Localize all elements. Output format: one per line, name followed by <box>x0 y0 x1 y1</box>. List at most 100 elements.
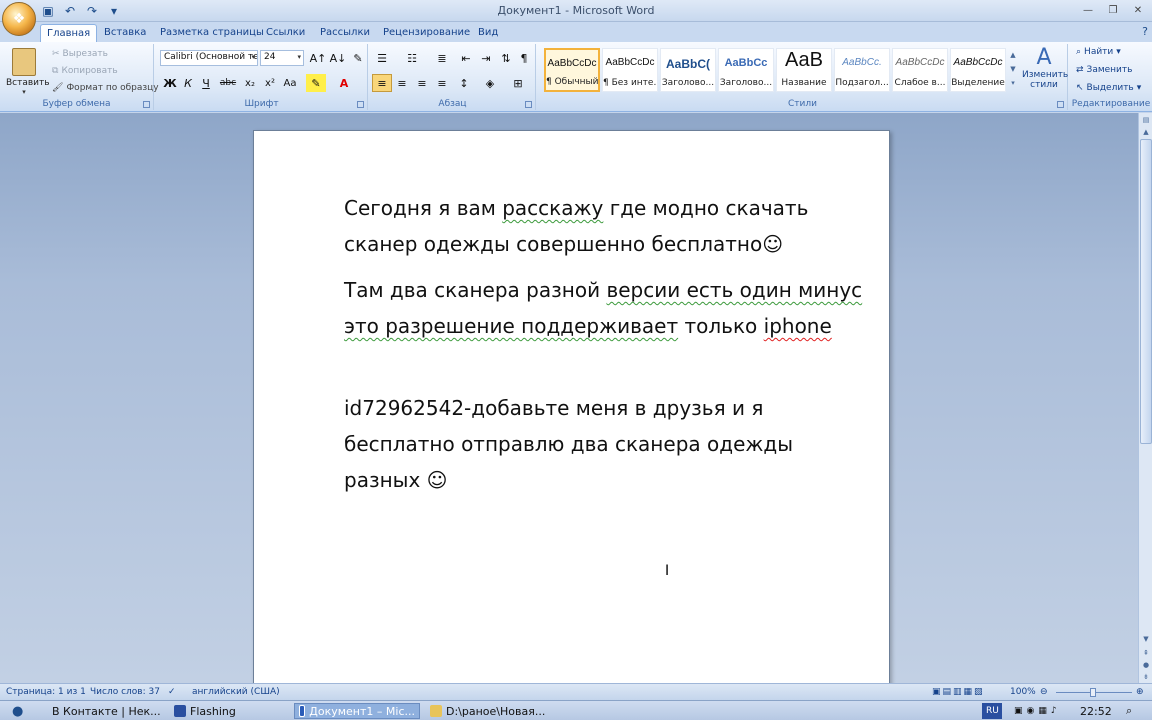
help-icon[interactable]: ? <box>1142 25 1148 38</box>
brush-icon: 🖌 <box>52 83 64 93</box>
numbering-icon[interactable]: ☷ <box>402 49 422 67</box>
chevron-down-icon: ▾ <box>251 53 255 61</box>
format-painter-button[interactable]: 🖌 Формат по образцу <box>52 83 159 93</box>
replace-button[interactable]: ⇄ Заменить <box>1076 65 1132 75</box>
taskbar-item-vkontakte[interactable]: В Контакте | Нек... <box>44 703 164 719</box>
scroll-down-icon[interactable]: ▼ <box>1140 633 1152 645</box>
clipboard-launcher-icon[interactable] <box>143 101 150 108</box>
style-title[interactable]: АаВ Название <box>776 48 832 92</box>
copy-label: Копировать <box>61 66 118 76</box>
style-subtitle[interactable]: AaBbCc. Подзагол... <box>834 48 890 92</box>
decrease-indent-icon[interactable]: ⇤ <box>456 49 476 67</box>
office-button[interactable]: ❖ <box>2 2 36 36</box>
multilevel-list-icon[interactable]: ≣ <box>432 49 452 67</box>
change-styles-button[interactable]: A Изменить стили <box>1022 46 1068 91</box>
justify-icon[interactable]: ≡ <box>432 74 452 92</box>
underline-button[interactable]: Ч <box>196 74 216 92</box>
styles-scroll[interactable]: ▲ ▼ ▾ <box>1008 48 1018 92</box>
superscript-button[interactable]: x² <box>260 74 280 92</box>
view-buttons-icon[interactable]: ▣▤▥▦▧ <box>932 687 985 697</box>
language-indicator[interactable]: RU <box>982 703 1002 719</box>
strikethrough-button[interactable]: abc <box>218 74 238 92</box>
font-size-combo[interactable]: 24 ▾ <box>260 50 304 66</box>
tab-home[interactable]: Главная <box>40 24 98 42</box>
close-icon[interactable]: ✕ <box>1126 2 1150 18</box>
highlight-icon[interactable]: ✎ <box>306 74 326 92</box>
taskbar-item-flashing[interactable]: Flashing <box>170 703 288 719</box>
taskbar-item-folder[interactable]: D:\ранoe\Новая... <box>426 703 552 719</box>
next-page-icon[interactable]: ⇟ <box>1140 671 1152 683</box>
prev-page-icon[interactable]: ⇞ <box>1140 647 1152 659</box>
select-button[interactable]: ↖ Выделить ▾ <box>1076 83 1141 93</box>
styles-launcher-icon[interactable] <box>1057 101 1064 108</box>
taskbar-item-word[interactable]: Документ1 – Mic... <box>294 703 420 719</box>
tab-view[interactable]: Вид <box>472 24 504 42</box>
paragraph-group: ☰ ☷ ≣ ⇤ ⇥ ⇅ ¶ ≡ ≡ ≡ ≡ ↕ ◈ ⊞ Абзац <box>370 44 536 110</box>
text-cursor-icon: I <box>665 563 670 579</box>
style-heading-1[interactable]: AaBbC( Заголово... <box>660 48 716 92</box>
maximize-icon[interactable]: ❐ <box>1101 2 1125 18</box>
ruler-toggle-icon[interactable]: ▤ <box>1140 114 1152 126</box>
minimize-icon[interactable]: — <box>1076 2 1100 18</box>
tab-insert[interactable]: Вставка <box>98 24 152 42</box>
italic-button[interactable]: К <box>178 74 198 92</box>
copy-button[interactable]: ⧉ Копировать <box>52 66 118 76</box>
font-name-combo[interactable]: Calibri (Основной те ▾ <box>160 50 258 66</box>
tray-icon[interactable]: ◉ <box>1027 706 1035 716</box>
font-launcher-icon[interactable] <box>357 101 364 108</box>
bullets-icon[interactable]: ☰ <box>372 49 392 67</box>
increase-indent-icon[interactable]: ⇥ <box>476 49 496 67</box>
style-emphasis[interactable]: AaBbCcDc Выделение <box>950 48 1006 92</box>
tab-review[interactable]: Рецензирование <box>377 24 476 42</box>
tab-page-layout[interactable]: Разметка страницы <box>154 24 270 42</box>
paragraph-2[interactable]: Там два сканера разной версии есть один … <box>344 272 864 344</box>
clock[interactable]: 22:52 <box>1076 703 1116 719</box>
page-count-status[interactable]: Страница: 1 из 1 <box>6 687 86 697</box>
grow-font-icon[interactable]: A↑ <box>308 49 328 67</box>
browse-object-icon[interactable]: ● <box>1140 659 1152 671</box>
scroll-up-icon[interactable]: ▲ <box>1140 126 1152 138</box>
font-color-button[interactable]: A <box>334 74 354 92</box>
ribbon: Вставить ▾ ✂ Вырезать ⧉ Копировать 🖌 Формат… <box>0 42 1152 112</box>
document-page[interactable]: Сегодня я вам расскажу где модно скачать… <box>253 130 890 683</box>
style-subtle-emphasis[interactable]: AaBbCcDc Слабое в... <box>892 48 948 92</box>
paragraph-3[interactable]: id72962542-добавьте меня в друзья и я бе… <box>344 390 864 498</box>
shrink-font-icon[interactable]: A↓ <box>328 49 348 67</box>
show-marks-button[interactable]: ¶ <box>514 49 534 67</box>
align-center-icon[interactable]: ≡ <box>392 74 412 92</box>
vertical-scrollbar[interactable]: ▤ ▲ ▼ ⇞ ● ⇟ <box>1138 113 1152 683</box>
sort-icon[interactable]: ⇅ <box>496 49 516 67</box>
borders-icon[interactable]: ⊞ <box>508 74 528 92</box>
subscript-button[interactable]: x₂ <box>240 74 260 92</box>
tray-icon[interactable]: ♪ <box>1051 706 1057 716</box>
start-button[interactable]: ● <box>8 703 38 719</box>
tray-icon[interactable]: ▣ <box>1014 706 1023 716</box>
line-spacing-icon[interactable]: ↕ <box>454 74 474 92</box>
paste-button[interactable]: Вставить ▾ <box>6 46 50 96</box>
paragraph-1[interactable]: Сегодня я вам расскажу где модно скачать… <box>344 190 864 262</box>
proofing-icon[interactable]: ✓ <box>168 687 176 697</box>
shading-icon[interactable]: ◈ <box>480 74 500 92</box>
style-no-spacing[interactable]: AaBbCcDc ¶ Без инте... <box>602 48 658 92</box>
tab-references[interactable]: Ссылки <box>260 24 311 42</box>
style-heading-2[interactable]: AaBbCc Заголово... <box>718 48 774 92</box>
language-status[interactable]: английский (США) <box>192 687 280 697</box>
align-left-icon[interactable]: ≡ <box>372 74 392 92</box>
zoom-slider-thumb[interactable] <box>1090 688 1096 697</box>
zoom-in-icon[interactable]: ⊕ <box>1136 687 1144 697</box>
find-button[interactable]: ⌕ Найти ▾ <box>1076 47 1121 57</box>
zoom-level[interactable]: 100% <box>1010 687 1036 697</box>
spotlight-icon[interactable]: ⌕ <box>1122 703 1146 719</box>
zoom-out-icon[interactable]: ⊖ <box>1040 687 1048 697</box>
paragraph-launcher-icon[interactable] <box>525 101 532 108</box>
tray-icon[interactable]: ▦ <box>1038 706 1047 716</box>
tab-mailings[interactable]: Рассылки <box>314 24 376 42</box>
cut-button[interactable]: ✂ Вырезать <box>52 49 108 59</box>
align-right-icon[interactable]: ≡ <box>412 74 432 92</box>
scroll-thumb[interactable] <box>1140 139 1152 444</box>
style-normal[interactable]: AaBbCcDc ¶ Обычный <box>544 48 600 92</box>
clear-format-icon[interactable]: ✎ <box>348 49 368 67</box>
bold-button[interactable]: Ж <box>160 74 180 92</box>
change-case-button[interactable]: Aa <box>280 74 300 92</box>
word-count-status[interactable]: Число слов: 37 <box>90 687 160 697</box>
